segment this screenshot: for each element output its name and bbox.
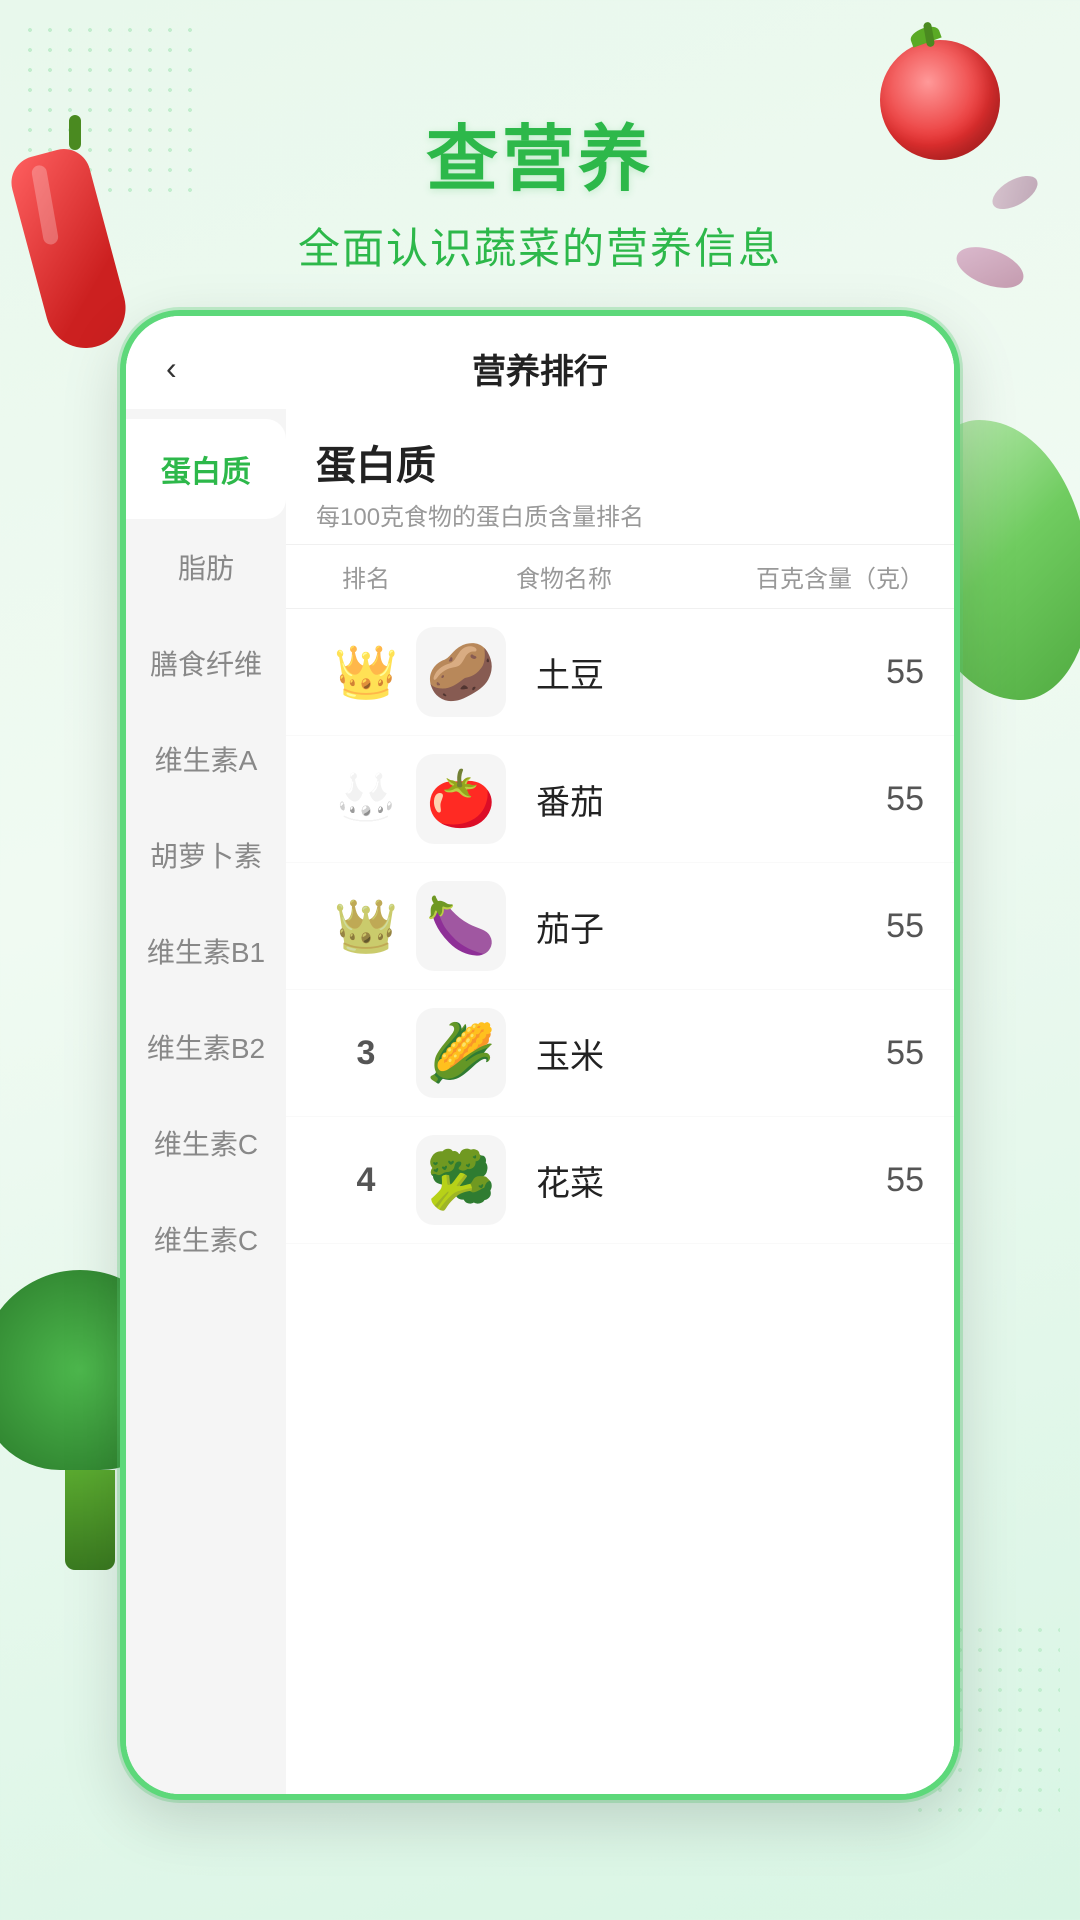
sidebar-item-protein[interactable]: 蛋白质	[126, 419, 286, 519]
nav-title: 营养排行	[472, 344, 608, 393]
rank-badge-2: 👑	[316, 769, 416, 830]
food-name-eggplant: 茄子	[526, 902, 854, 951]
food-name-potato: 土豆	[526, 648, 854, 697]
food-amount-eggplant: 55	[854, 907, 924, 946]
food-item-eggplant[interactable]: 👑 🍆 茄子 55	[286, 863, 954, 990]
header-section: 查营养 全面认识蔬菜的营养信息	[0, 100, 1080, 276]
rank-badge-1: 👑	[316, 642, 416, 703]
food-amount-tomato: 55	[854, 780, 924, 819]
sidebar-item-vitaminC2[interactable]: 维生素C	[126, 1191, 286, 1287]
food-icon-tomato: 🍅	[416, 754, 506, 844]
food-item-broccoli[interactable]: 4 🥦 花菜 55	[286, 1117, 954, 1244]
sidebar-item-vitaminC1[interactable]: 维生素C	[126, 1095, 286, 1191]
food-amount-broccoli: 55	[854, 1161, 924, 1200]
nutrient-title: 蛋白质	[316, 433, 924, 491]
food-name-broccoli: 花菜	[526, 1156, 854, 1205]
col-food-header: 食物名称	[506, 559, 756, 594]
crown-gold-icon: 👑	[334, 642, 399, 703]
food-icon-broccoli: 🥦	[416, 1135, 506, 1225]
food-item-corn[interactable]: 3 🌽 玉米 55	[286, 990, 954, 1117]
nutrient-desc: 每100克食物的蛋白质含量排名	[316, 497, 924, 532]
main-content: 蛋白质 每100克食物的蛋白质含量排名 排名 食物名称 百克含量（克） 👑	[286, 409, 954, 1794]
left-sidebar: 蛋白质 脂肪 膳食纤维 维生素A 胡萝卜素 维生素B1 维生素B	[126, 409, 286, 1794]
sidebar-item-fat[interactable]: 脂肪	[126, 519, 286, 615]
food-item-potato[interactable]: 👑 🥔 土豆 55	[286, 609, 954, 736]
food-amount-potato: 55	[854, 653, 924, 692]
phone-mockup: ‹ 营养排行 蛋白质 脂肪 膳食纤维 维生素A 胡萝卜素	[120, 310, 960, 1800]
col-amount-header: 百克含量（克）	[756, 559, 924, 594]
header-title: 查营养	[0, 100, 1080, 205]
food-amount-corn: 55	[854, 1034, 924, 1073]
food-name-tomato: 番茄	[526, 775, 854, 824]
crown-silver-icon: 👑	[334, 769, 399, 830]
nutrient-header: 蛋白质 每100克食物的蛋白质含量排名	[286, 409, 954, 545]
rank-badge-3b: 3	[316, 1034, 416, 1073]
col-rank-header: 排名	[316, 559, 416, 594]
back-button[interactable]: ‹	[166, 350, 177, 387]
food-icon-potato: 🥔	[416, 627, 506, 717]
sidebar-item-vitaminB2[interactable]: 维生素B2	[126, 999, 286, 1095]
food-icon-eggplant: 🍆	[416, 881, 506, 971]
rank-badge-3: 👑	[316, 896, 416, 957]
sidebar-item-vitaminB1[interactable]: 维生素B1	[126, 903, 286, 999]
food-item-tomato[interactable]: 👑 🍅 番茄 55	[286, 736, 954, 863]
header-subtitle: 全面认识蔬菜的营养信息	[0, 215, 1080, 276]
sidebar-item-vitaminA[interactable]: 维生素A	[126, 711, 286, 807]
food-icon-corn: 🌽	[416, 1008, 506, 1098]
sidebar-item-fiber[interactable]: 膳食纤维	[126, 615, 286, 711]
rank-badge-4: 4	[316, 1161, 416, 1200]
sidebar-item-carotene[interactable]: 胡萝卜素	[126, 807, 286, 903]
table-header: 排名 食物名称 百克含量（克）	[286, 545, 954, 609]
content-area: 蛋白质 脂肪 膳食纤维 维生素A 胡萝卜素 维生素B1 维生素B	[126, 409, 954, 1794]
food-list: 👑 🥔 土豆 55 👑 🍅 番茄 55	[286, 609, 954, 1794]
food-name-corn: 玉米	[526, 1029, 854, 1078]
phone-inner: ‹ 营养排行 蛋白质 脂肪 膳食纤维 维生素A 胡萝卜素	[126, 316, 954, 1794]
rank-number-4: 4	[357, 1161, 376, 1200]
nav-bar: ‹ 营养排行	[126, 316, 954, 409]
crown-bronze-icon: 👑	[334, 896, 399, 957]
rank-number-3: 3	[357, 1034, 376, 1073]
